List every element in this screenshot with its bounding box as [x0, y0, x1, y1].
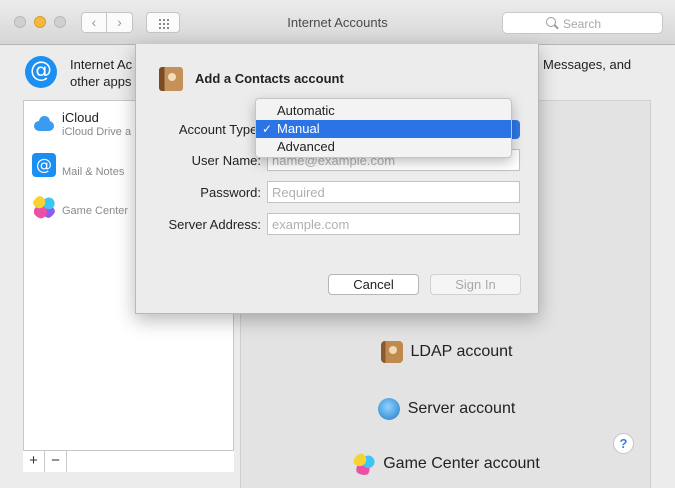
- provider-label: Server account: [407, 400, 516, 417]
- search-icon: [546, 17, 556, 27]
- account-detail: iCloud Drive a: [62, 126, 132, 138]
- sign-in-button[interactable]: Sign In: [430, 274, 521, 295]
- title-bar: ‹ › Internet Accounts Search: [0, 0, 675, 45]
- menu-item-label: Automatic: [277, 103, 335, 118]
- menu-item-manual[interactable]: ✓ Manual: [256, 120, 511, 138]
- account-detail: Game Center: [62, 205, 129, 217]
- game-center-icon: [353, 453, 376, 475]
- help-button[interactable]: ?: [613, 433, 634, 454]
- contacts-book-icon: [159, 67, 183, 91]
- remove-account-button[interactable]: −: [45, 451, 67, 472]
- user-name-label: User Name:: [191, 153, 261, 168]
- account-name: iCloud: [62, 110, 99, 125]
- checkmark-icon: ✓: [262, 122, 273, 136]
- account-type-menu: Automatic ✓ Manual Advanced: [255, 98, 512, 158]
- menu-item-label: Advanced: [277, 139, 335, 154]
- description-text-right: Messages, and: [543, 57, 632, 72]
- account-detail: Mail & Notes: [62, 166, 125, 178]
- contacts-book-icon: [380, 341, 403, 363]
- at-sign-icon: @: [25, 56, 57, 88]
- game-center-icon: [32, 195, 56, 219]
- cancel-button[interactable]: Cancel: [328, 274, 419, 295]
- server-address-input[interactable]: [268, 214, 519, 234]
- description-text: Internet Ac other apps: [70, 57, 133, 89]
- ldap-account-option[interactable]: LDAP account: [241, 341, 652, 363]
- at-sign-icon: @: [32, 153, 56, 177]
- search-placeholder: Search: [563, 17, 602, 31]
- globe-icon: [377, 398, 400, 420]
- server-address-field[interactable]: [267, 213, 520, 235]
- game-center-account-option[interactable]: Game Center account: [241, 453, 652, 475]
- provider-label: LDAP account: [410, 343, 513, 360]
- menu-item-label: Manual: [277, 121, 320, 136]
- account-type-label: Account Type:: [178, 122, 261, 137]
- server-address-label: Server Address:: [168, 217, 262, 232]
- search-field[interactable]: Search: [502, 12, 663, 34]
- menu-item-advanced[interactable]: Advanced: [256, 138, 511, 156]
- menu-item-automatic[interactable]: Automatic: [256, 102, 511, 120]
- add-account-button[interactable]: +: [23, 451, 45, 472]
- add-contacts-account-sheet: Add a Contacts account Account Type: Use…: [135, 44, 539, 314]
- password-input[interactable]: [268, 182, 519, 202]
- list-controls: + −: [23, 450, 234, 472]
- password-field[interactable]: [267, 181, 520, 203]
- provider-label: Game Center account: [383, 455, 540, 472]
- password-label: Password:: [200, 185, 261, 200]
- dialog-title: Add a Contacts account: [195, 71, 344, 86]
- icloud-icon: [32, 113, 56, 137]
- server-account-option[interactable]: Server account: [241, 398, 652, 420]
